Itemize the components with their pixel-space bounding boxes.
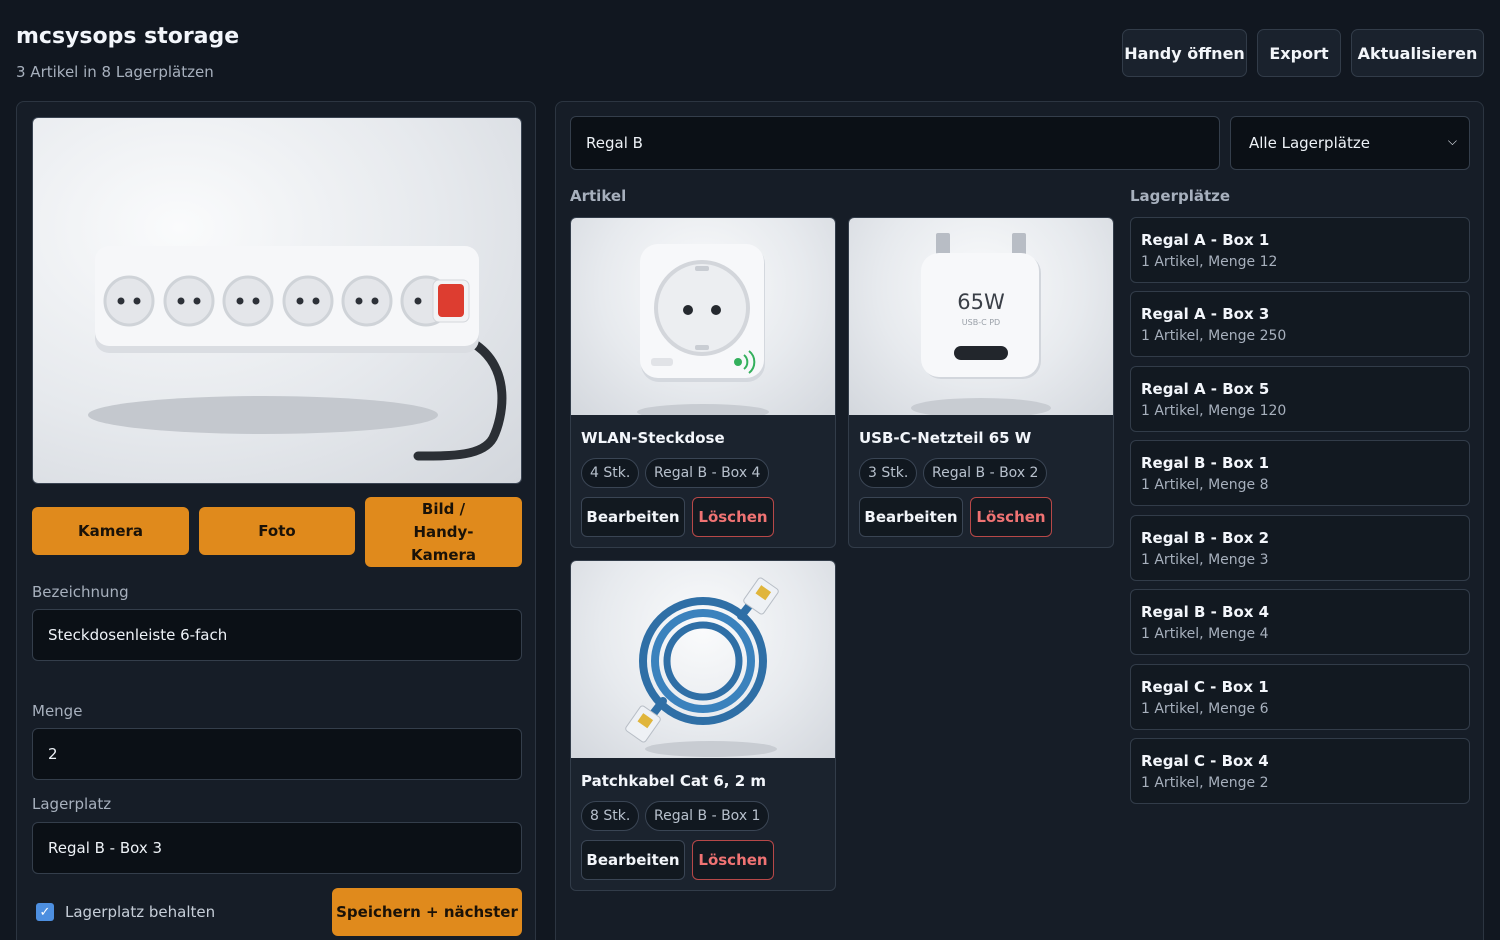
location-info: 1 Artikel, Menge 120 [1141,403,1287,419]
location-name: Regal C - Box 4 [1141,752,1269,770]
power-strip-image [88,246,507,461]
quantity-input[interactable]: 2 [32,728,522,780]
location-item[interactable]: Regal C - Box 1 1 Artikel, Menge 6 [1130,664,1470,730]
delete-button[interactable]: Löschen [970,497,1052,537]
export-button[interactable]: Export [1257,29,1341,77]
item-card: Patchkabel Cat 6, 2 m 8 Stk. Regal B - B… [570,560,836,891]
location-info: 1 Artikel, Menge 6 [1141,701,1269,717]
item-location-badge: Regal B - Box 2 [923,458,1048,488]
edit-button[interactable]: Bearbeiten [581,840,685,880]
location-input[interactable]: Regal B - Box 3 [32,822,522,874]
photo-preview [32,117,522,484]
open-phone-button[interactable]: Handy öffnen [1122,29,1247,77]
name-label: Bezeichnung [32,583,129,601]
capture-form-panel: Kamera Foto Bild / Handy-Kamera Bezeichn… [16,101,536,940]
location-filter-select[interactable]: Alle Lagerplätze ⌵ [1230,116,1470,170]
camera-button[interactable]: Kamera [32,507,189,555]
keep-location-label: Lagerplatz behalten [65,903,216,921]
location-item[interactable]: Regal B - Box 4 1 Artikel, Menge 4 [1130,589,1470,655]
location-name: Regal B - Box 2 [1141,529,1270,547]
location-item[interactable]: Regal A - Box 5 1 Artikel, Menge 120 [1130,366,1470,432]
edit-button[interactable]: Bearbeiten [859,497,963,537]
location-info: 1 Artikel, Menge 12 [1141,254,1278,270]
quantity-label: Menge [32,702,83,720]
charger-watt-text: 65W [957,290,1005,314]
app-subtitle: 3 Artikel in 8 Lagerplätzen [16,63,214,81]
check-icon: ✓ [39,904,51,920]
item-qty-badge: 3 Stk. [859,458,918,488]
location-item[interactable]: Regal B - Box 2 1 Artikel, Menge 3 [1130,515,1470,581]
photo-button[interactable]: Foto [199,507,355,555]
save-next-button[interactable]: Speichern + nächster [332,888,522,936]
location-item[interactable]: Regal B - Box 1 1 Artikel, Menge 8 [1130,440,1470,506]
location-filter-value: Alle Lagerplätze [1249,134,1370,152]
location-info: 1 Artikel, Menge 8 [1141,477,1269,493]
delete-button[interactable]: Löschen [692,497,774,537]
name-input[interactable]: Steckdosenleiste 6-fach [32,609,522,661]
image-phone-camera-button[interactable]: Bild / Handy-Kamera [365,497,522,567]
location-item[interactable]: Regal A - Box 1 1 Artikel, Menge 12 [1130,217,1470,283]
item-image [571,218,835,420]
location-info: 1 Artikel, Menge 250 [1141,328,1287,344]
location-info: 1 Artikel, Menge 4 [1141,626,1269,642]
location-item[interactable]: Regal A - Box 3 1 Artikel, Menge 250 [1130,291,1470,357]
search-input[interactable]: Regal B [570,116,1220,170]
item-qty-badge: 8 Stk. [581,801,640,831]
location-name: Regal A - Box 1 [1141,231,1270,249]
location-info: 1 Artikel, Menge 2 [1141,775,1269,791]
edit-button[interactable]: Bearbeiten [581,497,685,537]
item-name: Patchkabel Cat 6, 2 m [581,772,766,790]
location-info: 1 Artikel, Menge 3 [1141,552,1269,568]
app-title: mcsysops storage [16,24,240,49]
location-item[interactable]: Regal C - Box 4 1 Artikel, Menge 2 [1130,738,1470,804]
refresh-button[interactable]: Aktualisieren [1351,29,1484,77]
location-name: Regal C - Box 1 [1141,678,1269,696]
item-name: WLAN-Steckdose [581,429,725,447]
items-heading: Artikel [570,187,627,205]
location-name: Regal B - Box 4 [1141,603,1270,621]
item-location-badge: Regal B - Box 1 [645,801,770,831]
locations-heading: Lagerplätze [1130,187,1231,205]
location-name: Regal A - Box 3 [1141,305,1270,323]
item-image [571,561,835,758]
smart-plug-icon [637,244,769,420]
usb-c-charger-icon: 65W USB-C PD [911,233,1051,418]
charger-sub-text: USB-C PD [962,318,1000,327]
delete-button[interactable]: Löschen [692,840,774,880]
item-card: 65W USB-C PD USB-C-Netzteil 65 W 3 Stk. … [848,217,1114,548]
item-location-badge: Regal B - Box 4 [645,458,770,488]
location-name: Regal B - Box 1 [1141,454,1270,472]
chevron-down-icon: ⌵ [1447,134,1457,148]
inventory-panel: Regal B Alle Lagerplätze ⌵ Artikel Lager… [555,101,1484,940]
item-name: USB-C-Netzteil 65 W [859,429,1032,447]
item-card: WLAN-Steckdose 4 Stk. Regal B - Box 4 Be… [570,217,836,548]
location-label: Lagerplatz [32,795,112,813]
patch-cable-icon [625,577,779,757]
item-image: 65W USB-C PD [849,218,1113,418]
location-name: Regal A - Box 5 [1141,380,1270,398]
keep-location-checkbox[interactable]: ✓ [36,903,54,921]
item-qty-badge: 4 Stk. [581,458,640,488]
